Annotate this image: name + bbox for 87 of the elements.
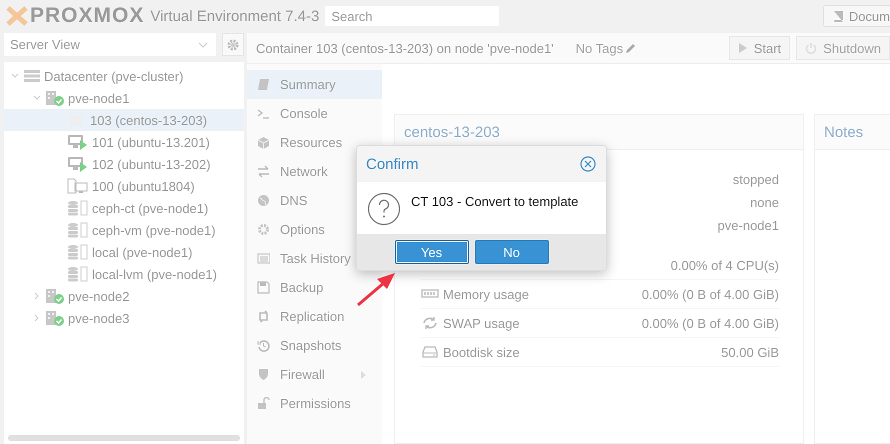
close-button[interactable]	[580, 156, 596, 172]
server-online-icon	[45, 90, 65, 106]
caret-right-icon	[361, 370, 366, 378]
nav-menu-item[interactable]: Task History	[247, 244, 382, 273]
nav-menu-item[interactable]: DNS	[247, 186, 382, 215]
field-label: Bootdisk size	[443, 344, 520, 360]
product-version: Virtual Environment 7.4-3	[150, 8, 320, 24]
tree-item[interactable]: 100 (ubuntu1804)	[4, 175, 244, 197]
play-icon	[738, 42, 748, 54]
nav-menu-item[interactable]: Snapshots	[247, 331, 382, 360]
hard-drive-icon	[421, 345, 439, 359]
field-label: SWAP usage	[443, 316, 520, 330]
dialog-message: CT 103 - Convert to template	[411, 194, 578, 209]
field-value: pve-node1	[718, 218, 779, 233]
nav-menu-item[interactable]: Resources	[247, 128, 382, 157]
nav-menu-item[interactable]: Summary	[247, 70, 382, 99]
dialog-title: Confirm	[366, 156, 419, 172]
question-icon	[367, 192, 401, 226]
close-icon	[580, 156, 596, 172]
field-value: 50.00 GiB	[721, 344, 779, 360]
chevron-down-icon	[198, 42, 208, 48]
pointer-arrow-icon	[355, 270, 397, 308]
chevron-right-icon	[34, 292, 40, 300]
terminal-icon	[257, 107, 270, 120]
tree-item[interactable]: pve-node2	[4, 285, 244, 307]
pencil-icon	[625, 42, 636, 54]
shutdown-button[interactable]: Shutdown	[796, 36, 890, 60]
tree-item[interactable]: Datacenter (pve-cluster)	[4, 65, 244, 87]
tree-item[interactable]: local (pve-node1)	[4, 241, 244, 263]
logo-text: PROXMOX	[30, 4, 144, 28]
scrollbar[interactable]	[8, 435, 240, 441]
panel-title: Notes	[815, 115, 890, 150]
gear-icon	[257, 223, 270, 236]
field-value: 0.00% (0 B of 4.00 GiB)	[642, 316, 779, 330]
list-icon	[257, 252, 270, 265]
database-icon	[67, 266, 89, 282]
nav-menu-item[interactable]: Options	[247, 215, 382, 244]
start-button[interactable]: Start	[728, 36, 790, 60]
tree-item[interactable]: local-lvm (pve-node1)	[4, 263, 244, 285]
power-icon	[805, 42, 818, 54]
tree-item[interactable]: ceph-vm (pve-node1)	[4, 219, 244, 241]
unlocked-padlock-icon	[257, 397, 270, 410]
refresh-icon	[421, 316, 439, 330]
tree-item[interactable]: pve-node1	[4, 87, 244, 109]
file-monitor-icon	[67, 178, 89, 194]
tree-item[interactable]: ceph-ct (pve-node1)	[4, 197, 244, 219]
monitor-running-icon	[67, 156, 89, 172]
panel-title: centos-13-203	[395, 115, 803, 150]
nav-menu-item[interactable]: Firewall	[247, 360, 382, 389]
tree-item[interactable]: 101 (ubuntu-13.201)	[4, 131, 244, 153]
field-value: stopped	[732, 172, 779, 187]
monitor-running-icon	[67, 134, 89, 150]
chevron-right-icon	[34, 314, 40, 322]
database-icon	[67, 244, 89, 260]
field-value: none	[750, 195, 779, 210]
chevron-down-icon	[33, 95, 41, 101]
tree-item[interactable]: 103 (centos-13-203)	[4, 109, 244, 131]
settings-button[interactable]	[222, 33, 244, 56]
nav-menu-item[interactable]: Replication	[247, 302, 382, 331]
database-icon	[67, 200, 89, 216]
documentation-button[interactable]: Docum	[822, 5, 890, 27]
arrows-icon	[257, 165, 270, 178]
search-field[interactable]: Search	[325, 6, 500, 26]
nav-menu-item[interactable]: Permissions	[247, 389, 382, 418]
field-value: 0.00% (0 B of 4.00 GiB)	[642, 286, 779, 302]
history-icon	[257, 339, 270, 352]
container-title: Container 103 (centos-13-203) on node 'pve-node1'	[256, 40, 554, 56]
gear-icon	[227, 38, 239, 50]
globe-icon	[257, 194, 270, 207]
tags-button[interactable]: No Tags	[576, 40, 636, 56]
cube-icon	[257, 136, 270, 149]
chevron-down-icon	[11, 73, 19, 79]
dialog-button[interactable]: Yes	[394, 240, 468, 264]
server-online-icon	[45, 288, 65, 304]
server-online-icon	[45, 310, 65, 326]
shield-icon	[257, 368, 270, 381]
server-rack-icon	[23, 69, 41, 83]
database-icon	[67, 222, 89, 238]
field-label: Memory usage	[443, 286, 529, 302]
field-value: 0.00% of 4 CPU(s)	[670, 258, 779, 272]
x-logo-icon	[6, 6, 28, 26]
tree-item[interactable]: pve-node3	[4, 307, 244, 329]
dialog-button[interactable]: No	[474, 240, 548, 264]
view-select[interactable]: Server View	[4, 33, 216, 56]
nav-menu-item[interactable]: Backup	[247, 273, 382, 302]
nav-menu-item[interactable]: Console	[247, 99, 382, 128]
tree-item[interactable]: 102 (ubuntu-13-202)	[4, 153, 244, 175]
